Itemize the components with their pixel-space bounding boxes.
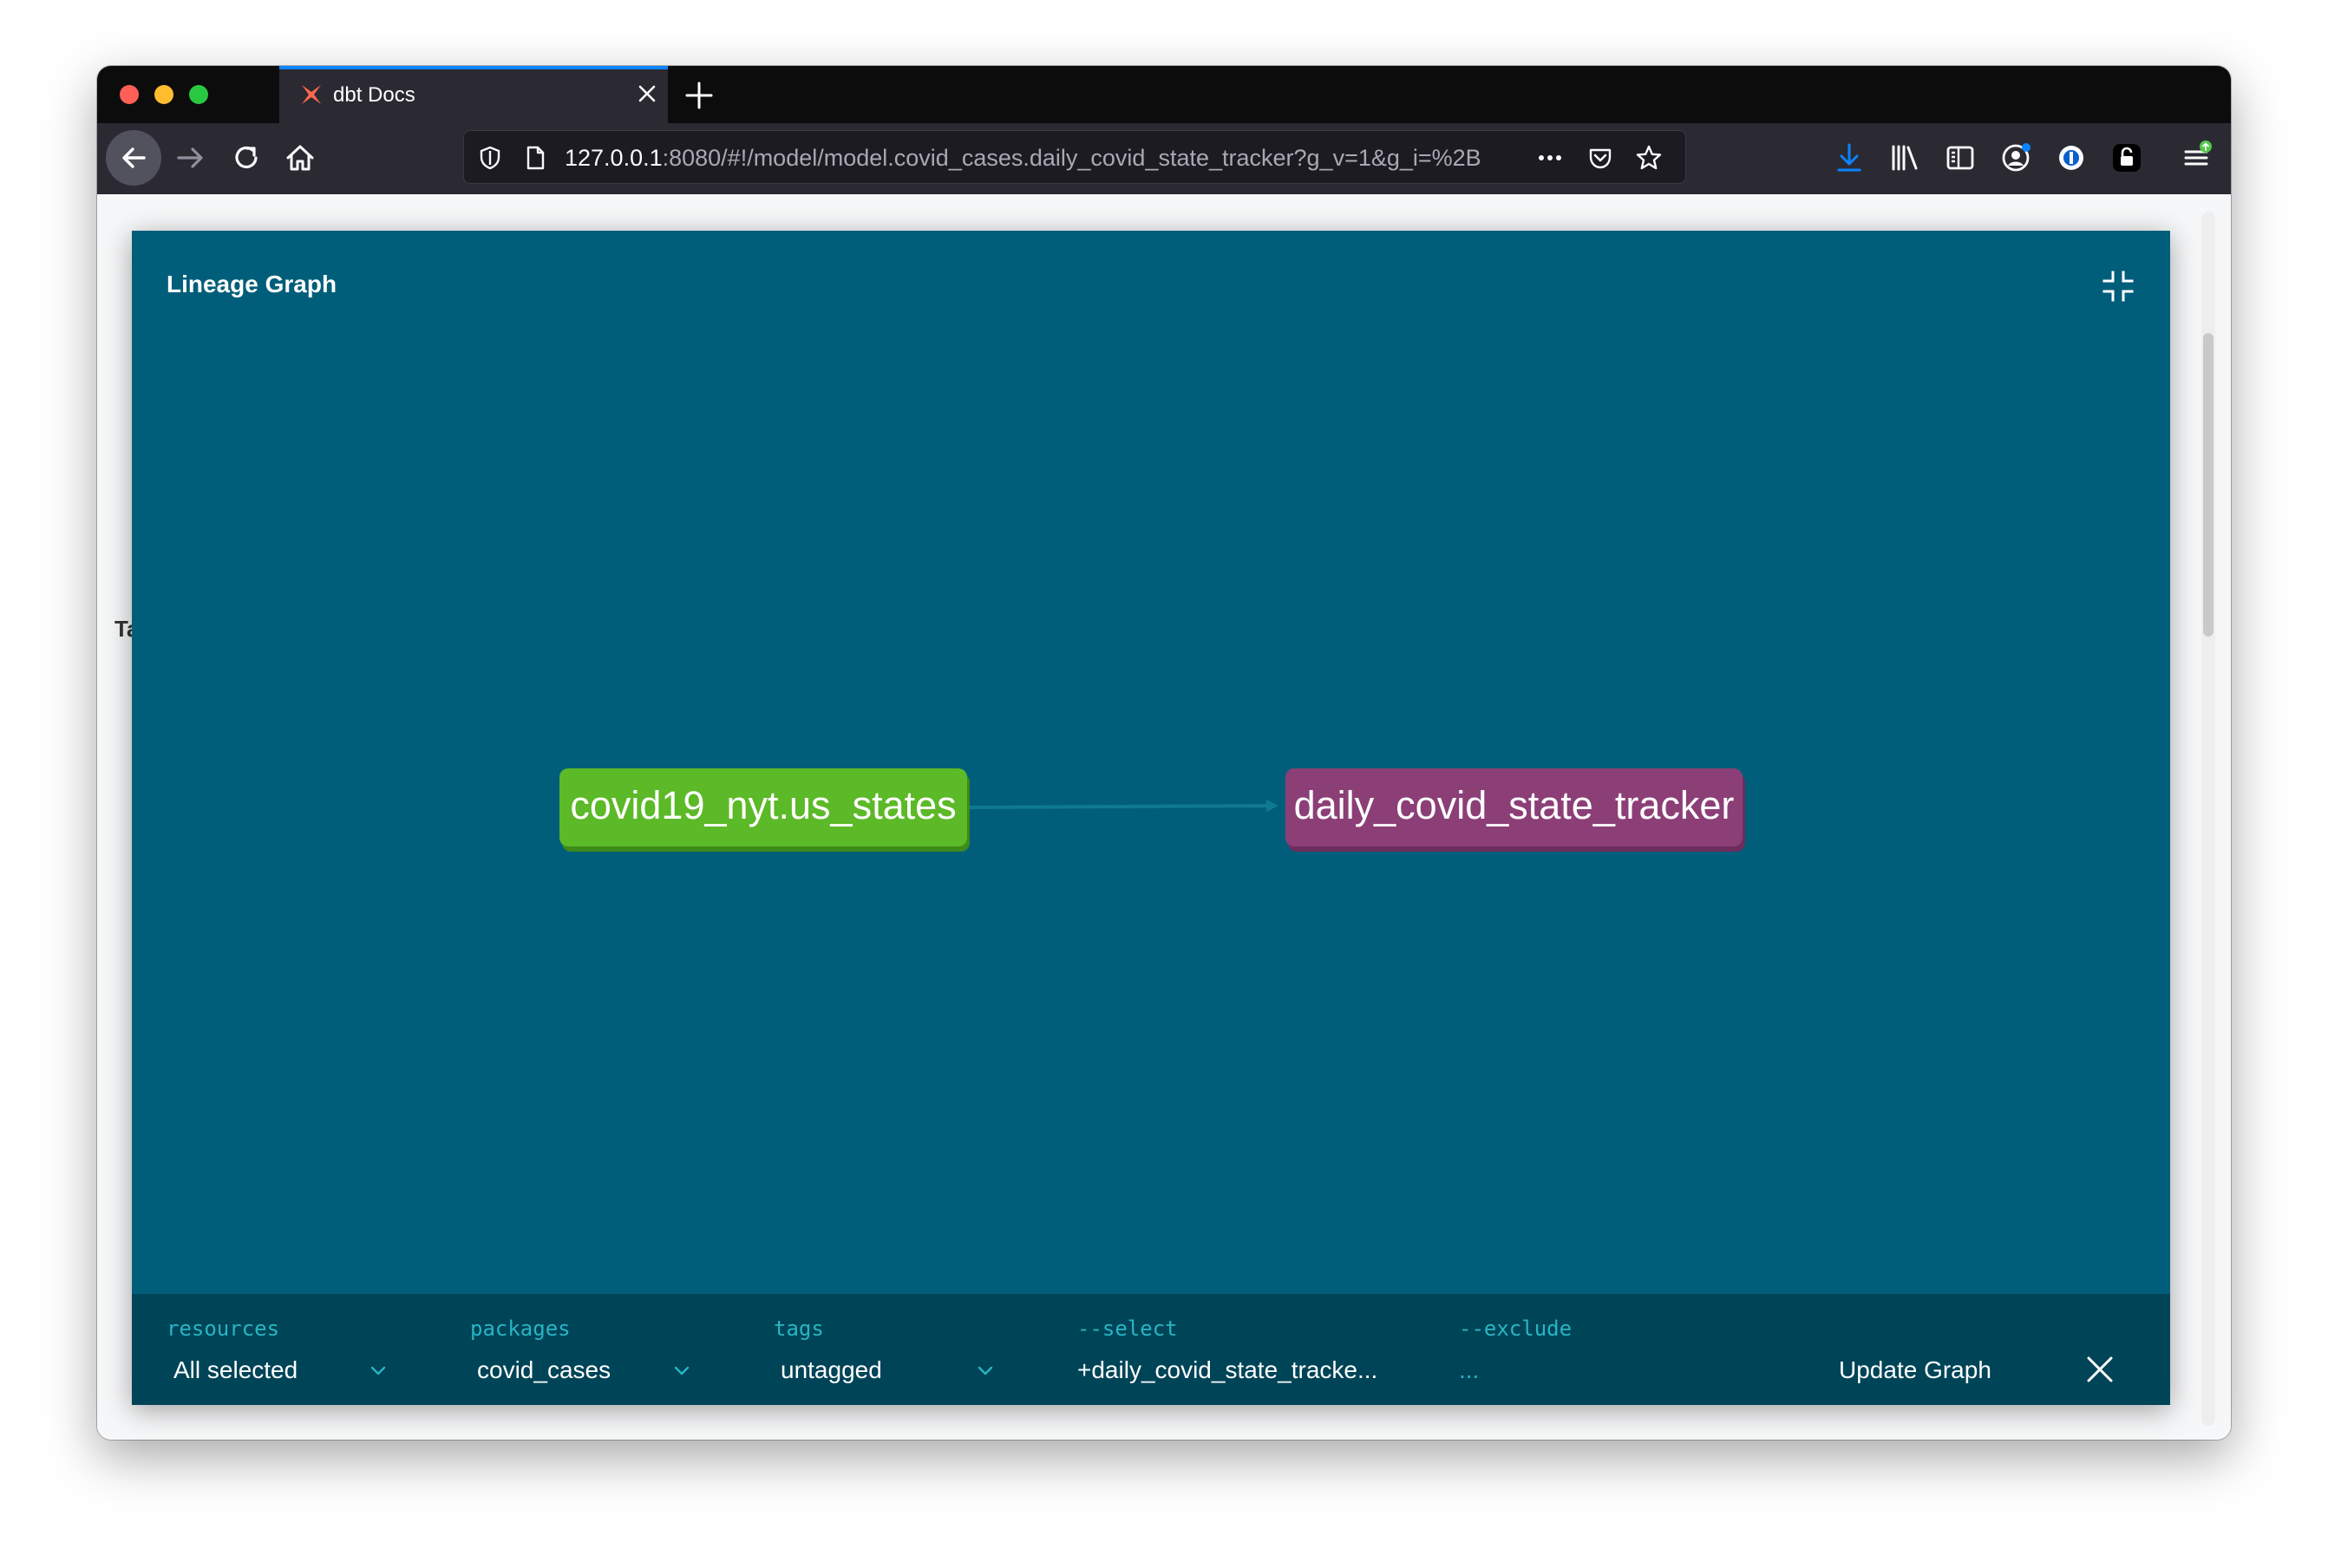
back-arrow-icon (122, 147, 146, 168)
close-icon[interactable] (2085, 1355, 2115, 1384)
page-info-icon[interactable] (521, 144, 549, 172)
url-path: :8080/#!/model/model.covid_cases.daily_c… (662, 145, 1481, 171)
packages-label: packages (470, 1316, 571, 1341)
tracking-protection-shield-icon[interactable] (476, 144, 504, 172)
back-button[interactable] (106, 130, 161, 186)
reload-icon[interactable] (229, 140, 264, 175)
password-manager-extension-icon[interactable] (2054, 140, 2089, 175)
dbt-logo-icon (302, 85, 321, 104)
lineage-graph-panel: Lineage Graph covid19_nyt.us_states dail… (132, 231, 2170, 1405)
resources-label: resources (167, 1316, 280, 1341)
lineage-edge (969, 800, 1278, 812)
tab-bar: dbt Docs (97, 66, 2231, 123)
close-tab-icon[interactable] (635, 82, 659, 106)
lock-extension-icon[interactable] (2109, 140, 2144, 175)
url-host: 127.0.0.1 (565, 145, 663, 171)
pocket-icon[interactable] (1586, 144, 1614, 172)
new-tab-icon[interactable] (683, 80, 715, 111)
select-label: --select (1077, 1316, 1178, 1341)
exclude-input[interactable]: ... (1459, 1356, 1479, 1384)
tab-title: dbt Docs (333, 83, 415, 107)
lineage-node-source[interactable]: covid19_nyt.us_states (559, 768, 967, 846)
close-window-button[interactable] (120, 85, 139, 104)
bookmark-star-icon[interactable] (1635, 144, 1663, 172)
minimize-window-button[interactable] (154, 85, 173, 104)
packages-dropdown[interactable]: covid_cases (477, 1356, 611, 1384)
forward-arrow-icon[interactable] (173, 140, 208, 175)
url-bar[interactable]: 127.0.0.1:8080/#!/model/model.covid_case… (463, 130, 1686, 184)
select-input[interactable]: +daily_covid_state_tracke... (1077, 1356, 1377, 1384)
url-text[interactable]: 127.0.0.1:8080/#!/model/model.covid_case… (565, 145, 1519, 172)
account-icon[interactable] (1998, 140, 2033, 175)
exclude-label: --exclude (1459, 1316, 1573, 1341)
lineage-node-model[interactable]: daily_covid_state_tracker (1285, 768, 1743, 846)
tags-label: tags (774, 1316, 824, 1341)
library-icon[interactable] (1887, 140, 1922, 175)
app-menu-icon[interactable] (2179, 140, 2214, 175)
browser-tab[interactable]: dbt Docs (279, 66, 668, 123)
home-icon[interactable] (283, 140, 317, 175)
update-graph-button[interactable]: Update Graph (1839, 1356, 1991, 1384)
more-actions-icon[interactable] (1536, 144, 1564, 172)
page-scrollbar[interactable] (2201, 212, 2215, 1426)
chevron-down-icon[interactable] (368, 1360, 389, 1381)
chevron-down-icon[interactable] (671, 1360, 692, 1381)
downloads-icon[interactable] (1832, 140, 1867, 175)
zoom-window-button[interactable] (189, 85, 208, 104)
sidebar-icon[interactable] (1943, 140, 1978, 175)
resources-dropdown[interactable]: All selected (173, 1356, 298, 1384)
navigation-toolbar: 127.0.0.1:8080/#!/model/model.covid_case… (97, 123, 2231, 195)
graph-controls: resources All selected packages covid_ca… (132, 1294, 2170, 1405)
chevron-down-icon[interactable] (975, 1360, 996, 1381)
tags-dropdown[interactable]: untagged (781, 1356, 882, 1384)
browser-window: dbt Docs 127.0.0.1:8080/#!/model/model.c… (97, 66, 2231, 1440)
page-scrollbar-thumb[interactable] (2203, 333, 2214, 637)
